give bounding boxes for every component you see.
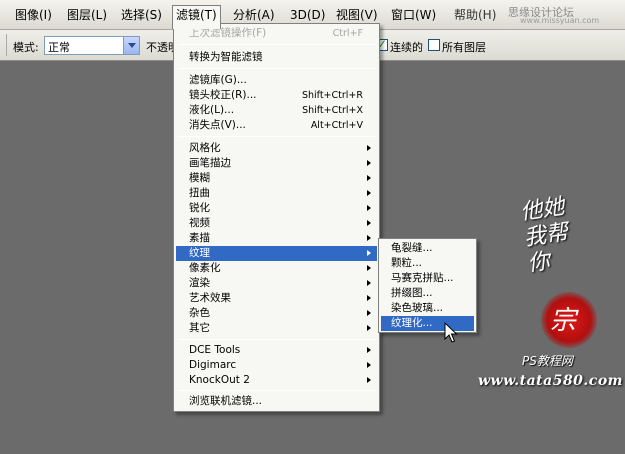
watermark-calligraphy: 他她我帮你 — [518, 194, 570, 277]
filter-menu: 上次滤镜操作(F) Ctrl+F 转换为智能滤镜 滤镜库(G)... 镜头校正(… — [173, 23, 380, 412]
menu-separator — [178, 390, 375, 391]
menu-item-texture[interactable]: 纹理 — [176, 246, 377, 261]
mode-value: 正常 — [48, 41, 70, 54]
submenu-item-craquelure[interactable]: 龟裂缝... — [381, 241, 474, 256]
menu-item-lens-correction[interactable]: 镜头校正(R)... Shift+Ctrl+R — [176, 88, 377, 103]
menu-item-blur[interactable]: 模糊 — [176, 171, 377, 186]
menu-image[interactable]: 图像(I) — [12, 6, 55, 25]
menu-separator — [178, 44, 375, 45]
menu-item-liquify[interactable]: 液化(L)... Shift+Ctrl+X — [176, 103, 377, 118]
seal-stamp: 宗 — [541, 292, 597, 348]
chevron-down-icon[interactable] — [123, 37, 139, 54]
menu-item-brush-strokes[interactable]: 画笔描边 — [176, 156, 377, 171]
submenu-arrow-icon — [367, 160, 371, 166]
menu-item-video[interactable]: 视频 — [176, 216, 377, 231]
submenu-arrow-icon — [367, 295, 371, 301]
menu-item-dce-tools[interactable]: DCE Tools — [176, 343, 377, 358]
menu-select[interactable]: 选择(S) — [118, 6, 165, 25]
menu-separator — [178, 339, 375, 340]
contiguous-label: 连续的 — [390, 41, 423, 54]
submenu-arrow-icon — [367, 250, 371, 256]
menu-item-stylize[interactable]: 风格化 — [176, 141, 377, 156]
submenu-arrow-icon — [367, 362, 371, 368]
submenu-item-stained-glass[interactable]: 染色玻璃... — [381, 301, 474, 316]
submenu-arrow-icon — [367, 175, 371, 181]
menu-item-render[interactable]: 渲染 — [176, 276, 377, 291]
watermark-brand: PS教程网 — [522, 354, 573, 368]
toolbar-grip[interactable] — [0, 34, 7, 56]
submenu-item-patchwork[interactable]: 拼缀图... — [381, 286, 474, 301]
submenu-arrow-icon — [367, 235, 371, 241]
menu-window[interactable]: 窗口(W) — [388, 6, 439, 25]
menu-item-sharpen[interactable]: 锐化 — [176, 201, 377, 216]
menu-item-noise[interactable]: 杂色 — [176, 306, 377, 321]
menu-item-sketch[interactable]: 素描 — [176, 231, 377, 246]
menu-item-artistic[interactable]: 艺术效果 — [176, 291, 377, 306]
all-layers-label: 所有图层 — [442, 41, 486, 54]
menu-layer[interactable]: 图层(L) — [64, 6, 110, 25]
mouse-cursor-icon — [444, 322, 458, 343]
submenu-arrow-icon — [367, 145, 371, 151]
mode-select[interactable]: 正常 — [44, 36, 140, 55]
submenu-arrow-icon — [367, 220, 371, 226]
submenu-arrow-icon — [367, 310, 371, 316]
submenu-item-mosaic-tiles[interactable]: 马赛克拼贴... — [381, 271, 474, 286]
submenu-item-grain[interactable]: 颗粒... — [381, 256, 474, 271]
submenu-arrow-icon — [367, 205, 371, 211]
submenu-arrow-icon — [367, 280, 371, 286]
mode-label: 模式: — [13, 41, 39, 54]
menu-separator — [178, 136, 375, 137]
menu-item-knockout[interactable]: KnockOut 2 — [176, 373, 377, 388]
menu-item-vanishing-point[interactable]: 消失点(V)... Alt+Ctrl+V — [176, 118, 377, 133]
all-layers-checkbox[interactable] — [428, 39, 440, 51]
menu-item-browse-online[interactable]: 浏览联机滤镜... — [176, 394, 377, 409]
watermark-url: www.tata580.com — [478, 373, 623, 389]
menu-filter[interactable]: 滤镜(T) — [172, 5, 221, 29]
menu-separator — [178, 68, 375, 69]
site-tag-url: www.missyuan.com — [520, 16, 600, 25]
submenu-arrow-icon — [367, 325, 371, 331]
menu-item-pixelate[interactable]: 像素化 — [176, 261, 377, 276]
submenu-arrow-icon — [367, 190, 371, 196]
menu-item-filter-gallery[interactable]: 滤镜库(G)... — [176, 73, 377, 88]
menu-item-other[interactable]: 其它 — [176, 321, 377, 336]
submenu-arrow-icon — [367, 347, 371, 353]
texture-submenu: 龟裂缝... 颗粒... 马赛克拼贴... 拼缀图... 染色玻璃... 纹理化… — [378, 238, 477, 333]
submenu-item-texturizer[interactable]: 纹理化... — [381, 316, 474, 331]
menu-item-digimarc[interactable]: Digimarc — [176, 358, 377, 373]
menu-item-distort[interactable]: 扭曲 — [176, 186, 377, 201]
menu-help[interactable]: 帮助(H) — [451, 6, 499, 25]
submenu-arrow-icon — [367, 377, 371, 383]
submenu-arrow-icon — [367, 265, 371, 271]
menu-item-convert-smart[interactable]: 转换为智能滤镜 — [176, 50, 377, 65]
